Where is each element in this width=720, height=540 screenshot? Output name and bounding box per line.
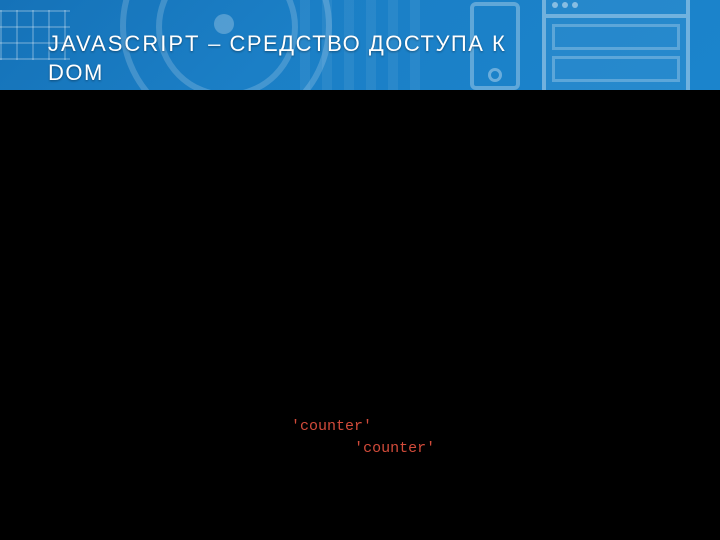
code-lower: 'counter' 'counter'	[48, 416, 435, 460]
title-banner: JAVASCRIPT – СРЕДСТВО ДОСТУПА К DOM	[0, 0, 720, 90]
code-string-1: 'counter'	[291, 418, 372, 435]
title-dash: –	[208, 31, 222, 56]
title-js: JAVASCRIPT	[48, 31, 200, 56]
slide-title: JAVASCRIPT – СРЕДСТВО ДОСТУПА К DOM	[48, 30, 680, 87]
decor-dot-icon	[562, 2, 568, 8]
title-part3: DOM	[48, 60, 104, 85]
decor-browser-header-icon	[546, 0, 686, 18]
decor-dot-icon	[552, 2, 558, 8]
slide: JAVASCRIPT – СРЕДСТВО ДОСТУПА К DOM 'cou…	[0, 0, 720, 540]
decor-dot-icon	[572, 2, 578, 8]
code-string-2: 'counter'	[354, 440, 435, 457]
title-part2: СРЕДСТВО ДОСТУПА К	[229, 31, 506, 56]
